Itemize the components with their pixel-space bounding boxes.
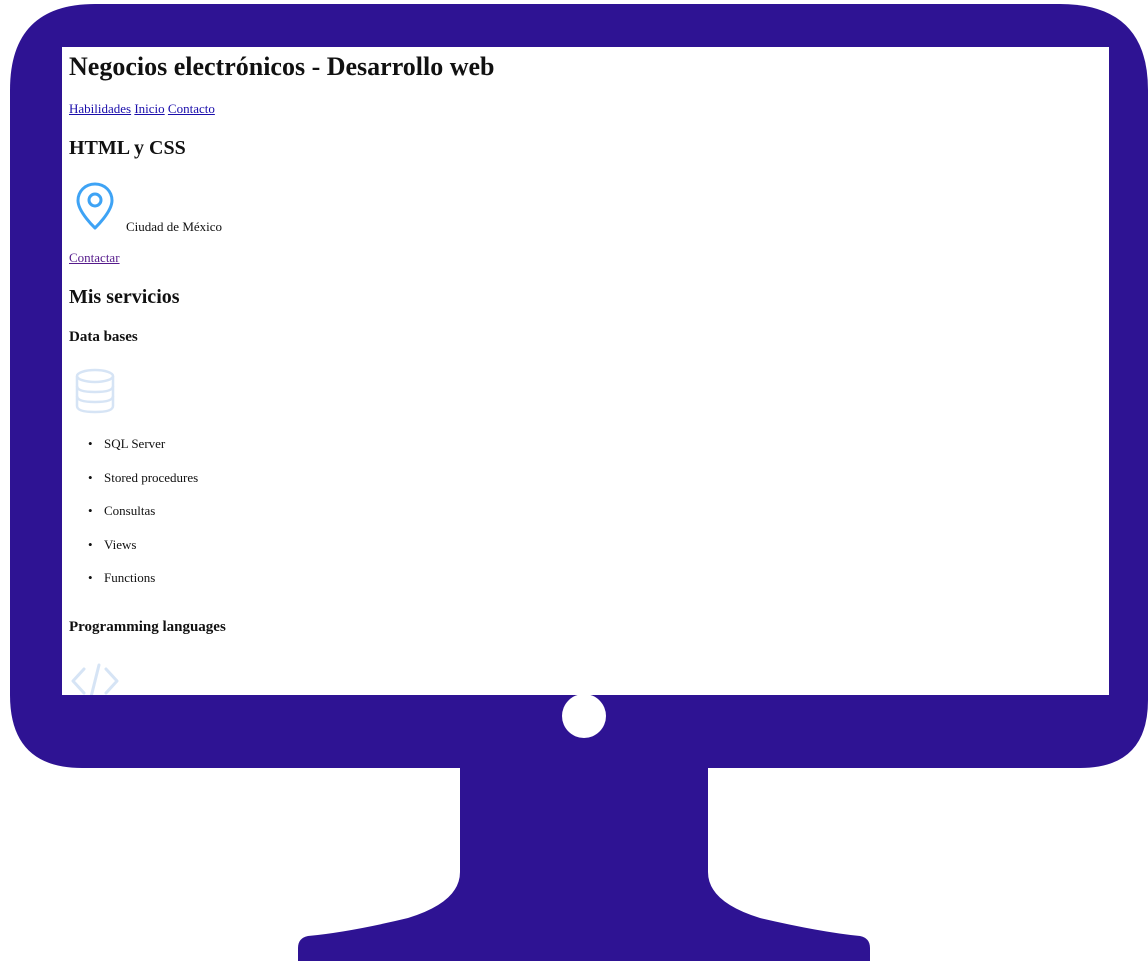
contactar-link[interactable]: Contactar [69,250,120,266]
list-item: • Views [88,536,137,552]
code-icon [71,663,119,695]
programming-languages-heading: Programming languages [69,619,226,635]
nav-link-inicio[interactable]: Inicio [134,101,164,116]
monitor-screen: Negocios electrónicos - Desarrollo web H… [62,47,1109,695]
database-icon [75,368,115,414]
data-bases-heading: Data bases [69,329,138,345]
power-button-icon [562,694,606,738]
nav-bar: Habilidades Inicio Contacto [69,101,215,117]
nav-link-contacto[interactable]: Contacto [168,101,215,116]
data-bases-list: • SQL Server • Stored procedures • Consulta… [76,427,198,595]
services-heading: Mis servicios [69,286,180,308]
monitor-illustration: Negocios electrónicos - Desarrollo web H… [0,0,1148,961]
location-text: Ciudad de México [126,219,223,234]
list-item: • Stored procedures [88,469,199,485]
map-pin-icon [76,182,114,230]
list-item: • Functions [88,570,156,585]
section-heading-html-css: HTML y CSS [69,137,186,159]
list-item: • SQL Server [88,436,166,451]
nav-link-habilidades[interactable]: Habilidades [69,101,131,116]
list-item: • Consultas [88,503,156,518]
page-title: Negocios electrónicos - Desarrollo web [69,52,495,81]
